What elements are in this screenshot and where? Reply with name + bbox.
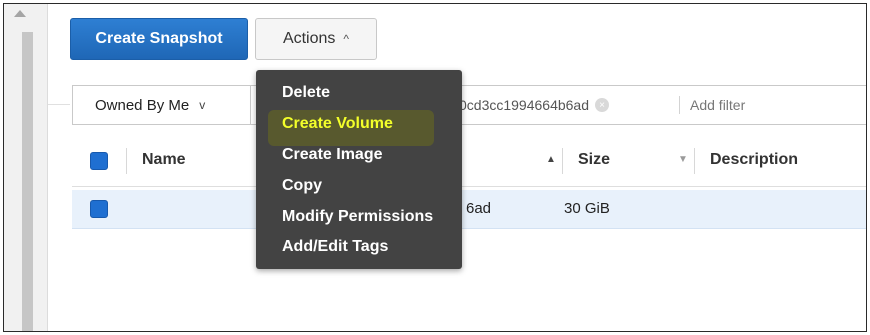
scroll-up-arrow-icon[interactable] bbox=[14, 10, 26, 17]
menu-item-delete[interactable]: Delete bbox=[282, 84, 330, 102]
table-row[interactable]: 6ad 30 GiB bbox=[72, 190, 866, 229]
filter-bar: Owned By Me v 0cd3cc1994664b6ad × Add fi… bbox=[72, 85, 866, 125]
actions-button[interactable]: Actions ^ bbox=[255, 18, 377, 60]
table-header: Name ▲ Size ▼ Description bbox=[72, 136, 866, 187]
owned-by-value: Owned By Me bbox=[95, 96, 190, 114]
menu-item-create-image[interactable]: Create Image bbox=[282, 146, 383, 164]
chevron-down-icon: v bbox=[199, 98, 206, 112]
column-header-name[interactable]: Name bbox=[142, 151, 186, 169]
size-cell: 30 GiB bbox=[564, 200, 610, 217]
create-snapshot-button[interactable]: Create Snapshot bbox=[70, 18, 248, 60]
menu-item-add-edit-tags[interactable]: Add/Edit Tags bbox=[282, 238, 388, 256]
filter-token-text: 0cd3cc1994664b6ad bbox=[459, 97, 590, 113]
column-header-size[interactable]: Size bbox=[578, 151, 610, 169]
snapshot-console-frame: Create Snapshot Actions ^ Owned By Me v … bbox=[3, 3, 867, 332]
main-content: Create Snapshot Actions ^ Owned By Me v … bbox=[66, 4, 866, 331]
column-separator bbox=[694, 148, 695, 174]
owned-by-select[interactable]: Owned By Me v bbox=[73, 86, 251, 124]
select-all-checkbox[interactable] bbox=[90, 152, 108, 170]
scroll-thumb[interactable] bbox=[22, 32, 33, 331]
remove-filter-icon[interactable]: × bbox=[595, 98, 610, 112]
row-checkbox[interactable] bbox=[90, 200, 108, 218]
snapshot-id-cell: 6ad bbox=[466, 200, 492, 217]
menu-item-create-volume[interactable]: Create Volume bbox=[282, 115, 393, 133]
add-filter-input[interactable]: Add filter bbox=[679, 96, 745, 114]
column-header-description[interactable]: Description bbox=[710, 151, 798, 169]
menu-item-modify-permissions[interactable]: Modify Permissions bbox=[282, 208, 433, 226]
actions-button-label: Actions bbox=[282, 30, 336, 47]
menu-item-copy[interactable]: Copy bbox=[282, 177, 322, 195]
column-separator bbox=[126, 148, 127, 174]
sort-ascending-icon[interactable]: ▲ bbox=[546, 154, 556, 165]
sort-descending-icon[interactable]: ▼ bbox=[678, 154, 688, 165]
filter-token: 0cd3cc1994664b6ad × bbox=[459, 95, 610, 115]
column-separator bbox=[562, 148, 563, 174]
actions-dropdown-menu: Delete Create Volume Create Image Copy M… bbox=[256, 70, 462, 269]
vertical-scrollbar[interactable] bbox=[4, 4, 48, 331]
caret-up-icon: ^ bbox=[343, 32, 350, 46]
